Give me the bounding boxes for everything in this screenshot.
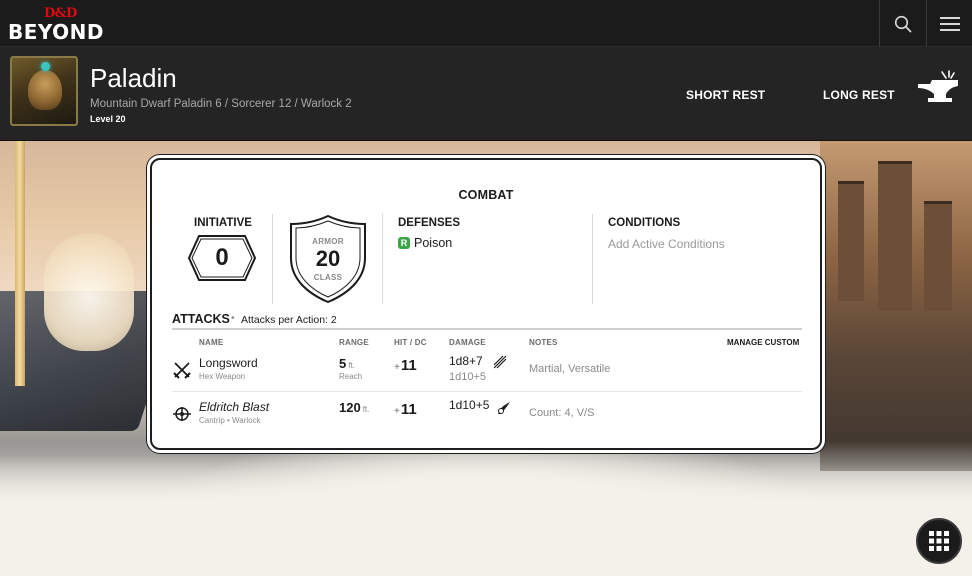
background-tower <box>878 161 912 311</box>
dnd-beyond-logo[interactable]: D&D BEYOND <box>8 6 112 44</box>
long-rest-button[interactable]: LONG REST <box>823 88 895 102</box>
header-hit-dc: HIT / DC <box>394 338 427 347</box>
attack-range-unit: ft. <box>362 405 370 414</box>
manage-custom-button[interactable]: MANAGE CUSTOM <box>727 338 799 347</box>
attack-damage[interactable]: 1d8+7 <box>449 354 483 368</box>
background-tower <box>924 201 952 311</box>
hit-sign: + <box>394 362 400 373</box>
search-icon <box>894 15 911 32</box>
attack-damage[interactable]: 1d10+5 <box>449 398 489 412</box>
logo-beyond-text: BEYOND <box>8 20 105 44</box>
anvil-icon[interactable] <box>916 70 960 108</box>
spell-sigil-icon <box>173 407 191 421</box>
defenses-label: DEFENSES <box>398 217 460 229</box>
main-menu-button[interactable] <box>926 0 972 47</box>
hit-value: 11 <box>400 357 417 374</box>
attack-to-hit[interactable]: +11 <box>394 401 417 418</box>
hamburger-menu-icon <box>939 16 960 31</box>
force-damage-icon <box>498 402 510 414</box>
character-name[interactable]: Paladin <box>90 63 177 94</box>
quick-nav-button[interactable] <box>916 518 962 564</box>
attack-name: Eldritch Blast <box>199 400 270 414</box>
character-header: Paladin Mountain Dwarf Paladin 6 / Sorce… <box>0 47 972 141</box>
attack-range: 5 ft. <box>339 356 355 371</box>
background-mist <box>0 441 972 576</box>
background-tower <box>838 181 864 301</box>
top-navigation: D&D BEYOND <box>0 0 972 47</box>
character-race-classes: Mountain Dwarf Paladin 6 / Sorcerer 12 /… <box>90 98 352 110</box>
resistance-icon: R <box>398 237 410 249</box>
header-damage: DAMAGE <box>449 338 486 347</box>
divider <box>272 214 273 304</box>
conditions-label: CONDITIONS <box>608 217 681 229</box>
crossed-swords-icon <box>173 362 191 379</box>
attack-row-eldritch-blast[interactable]: Eldritch Blast Cantrip • Warlock 120 ft. … <box>172 394 802 436</box>
paladin-class-emblem <box>44 233 134 351</box>
combat-title: COMBAT <box>458 188 514 202</box>
attack-range-unit: ft. <box>348 361 355 370</box>
attacks-title: ATTACKS <box>172 312 230 326</box>
combat-panel: COMBAT INITIATIVE 0 ARMOR 20 CLASS DEFEN… <box>150 158 822 450</box>
attack-range: 120 ft. <box>339 400 369 415</box>
armor-label-bottom: CLASS <box>313 273 343 282</box>
character-portrait[interactable] <box>10 56 78 126</box>
attack-range-note: Reach <box>339 372 363 381</box>
logo-dnd-text: D&D <box>44 6 77 21</box>
slashing-damage-icon <box>493 355 507 369</box>
attacks-per-action: Attacks per Action: 2 <box>241 314 337 326</box>
short-rest-button[interactable]: SHORT REST <box>686 88 765 102</box>
attack-range-value: 120 <box>339 400 361 415</box>
initiative-value[interactable]: 0 <box>187 234 257 282</box>
defense-poison-resistance[interactable]: R Poison <box>398 236 452 250</box>
hit-sign: + <box>394 406 400 417</box>
hit-value: 11 <box>400 401 417 418</box>
attack-row-longsword[interactable]: Longsword Hex Weapon 5 ft. Reach +11 1d8+… <box>172 350 802 392</box>
initiative-label: INITIATIVE <box>194 217 252 229</box>
armor-label-top: ARMOR <box>312 237 344 246</box>
header-range: RANGE <box>339 338 369 347</box>
attack-to-hit[interactable]: +11 <box>394 357 417 374</box>
attack-notes: Count: 4, V/S <box>529 407 595 419</box>
attack-range-value: 5 <box>339 356 347 371</box>
attacks-divider <box>172 328 802 330</box>
attack-damage-versatile: 1d10+5 <box>449 371 487 383</box>
defense-text: Poison <box>414 236 453 250</box>
grid-menu-icon <box>929 531 949 551</box>
divider <box>382 214 383 304</box>
add-conditions-link[interactable]: Add Active Conditions <box>608 237 725 251</box>
portrait-gem <box>41 62 50 71</box>
attacks-separator: • <box>231 313 235 324</box>
character-level: Level 20 <box>90 114 126 124</box>
attack-notes: Martial, Versatile <box>529 363 611 375</box>
attack-subtitle: Hex Weapon <box>199 372 246 381</box>
header-notes: NOTES <box>529 338 558 347</box>
attack-name: Longsword <box>199 356 258 370</box>
portrait-face <box>28 70 62 110</box>
armor-class-value: 20 <box>315 246 341 271</box>
divider <box>592 214 593 304</box>
background-banner-pole <box>15 141 25 386</box>
attack-subtitle: Cantrip • Warlock <box>199 416 261 425</box>
header-name: NAME <box>199 338 224 347</box>
search-button[interactable] <box>879 0 925 47</box>
